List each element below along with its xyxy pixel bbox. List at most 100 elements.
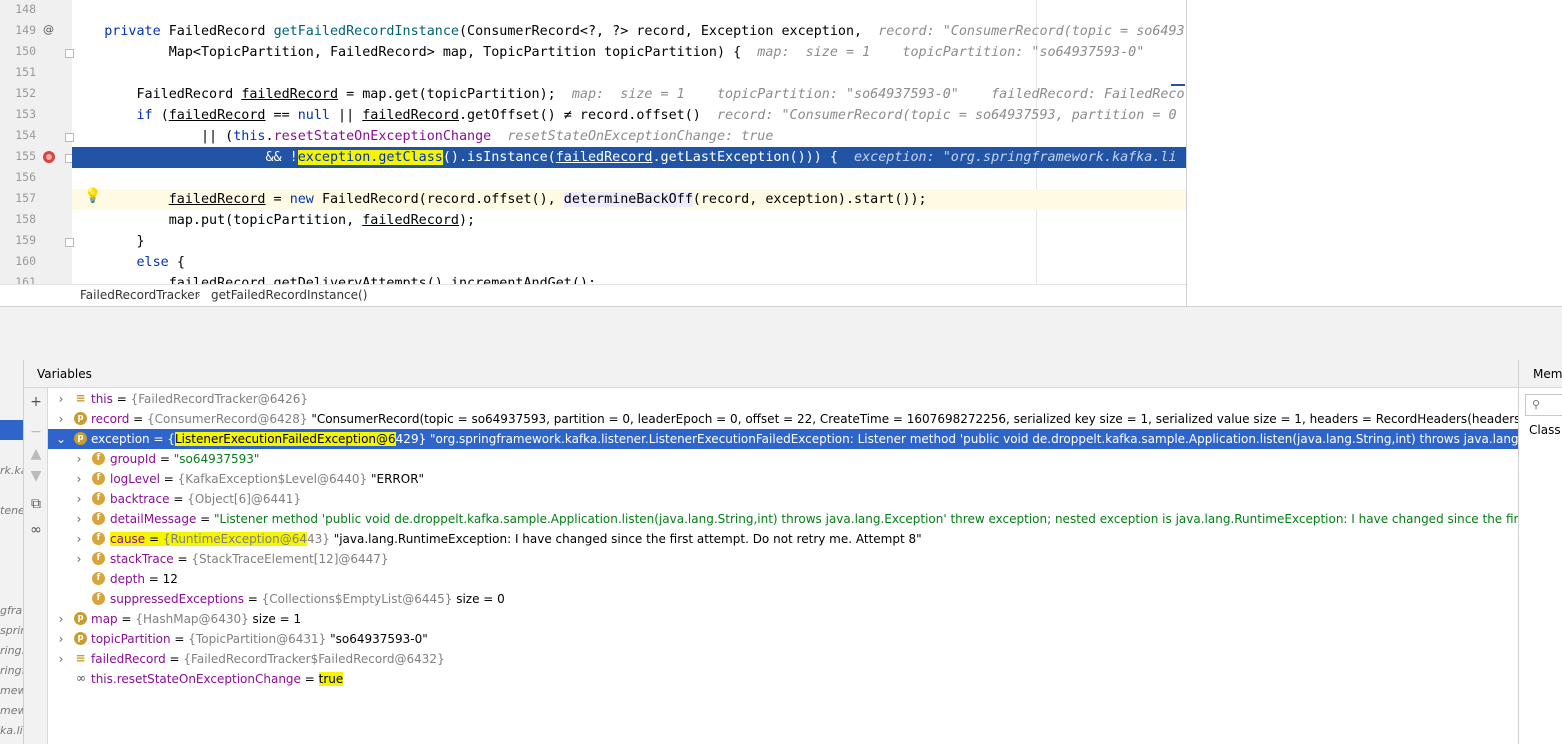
code-editor[interactable]: 148 149 150 151 152 153 154 155 156 157 … bbox=[0, 0, 1186, 284]
field-icon: f bbox=[92, 572, 105, 585]
expand-icon[interactable]: › bbox=[56, 609, 66, 629]
line-number: 156 bbox=[15, 170, 36, 184]
code-line-152[interactable]: FailedRecord failedRecord = map.get(topi… bbox=[72, 84, 1187, 105]
field-name: resetStateOnExceptionChange bbox=[273, 129, 492, 144]
expand-icon[interactable]: › bbox=[56, 389, 66, 409]
expand-icon[interactable]: › bbox=[56, 629, 66, 649]
variable-row-selected[interactable]: ⌄ p exception = {ListenerExecutionFailed… bbox=[48, 429, 1518, 449]
code-text: ().isInstance( bbox=[442, 150, 556, 165]
add-watch-icon[interactable]: + bbox=[26, 392, 46, 412]
memory-header: Memo bbox=[1519, 360, 1562, 388]
highlighted-type: ListenerExecutionFailedException@6 bbox=[174, 432, 396, 446]
field-icon: f bbox=[92, 492, 105, 505]
expand-icon[interactable]: › bbox=[74, 529, 84, 549]
execution-point-line[interactable]: && !exception.getClass().isInstance(fail… bbox=[72, 147, 1186, 168]
code-line-161[interactable]: failedRecord.getDeliveryAttempts().incre… bbox=[72, 273, 1186, 284]
highlighted-expression: exception.getClass bbox=[297, 150, 443, 165]
frames-panel[interactable]: rk.ka tene gfra sprir ring. ringf mew me… bbox=[0, 360, 24, 744]
variable-row[interactable]: f depth = 12 bbox=[48, 569, 1518, 589]
code-text: } bbox=[136, 234, 145, 249]
expand-icon[interactable]: › bbox=[74, 509, 84, 529]
code-line-157[interactable]: failedRecord = new FailedRecord(record.o… bbox=[72, 189, 1186, 210]
field-icon: f bbox=[92, 452, 105, 465]
breakpoint-icon[interactable] bbox=[43, 151, 55, 163]
code-line-149[interactable]: private FailedRecord getFailedRecordInst… bbox=[72, 21, 1186, 42]
equals: = bbox=[129, 412, 148, 426]
equals: = bbox=[117, 612, 136, 626]
code-text: failedRecord.getDeliveryAttempts().incre… bbox=[168, 276, 597, 284]
move-down-icon[interactable]: ▼ bbox=[26, 466, 46, 486]
collapse-icon[interactable]: ⌄ bbox=[56, 429, 66, 449]
watches-icon[interactable]: ∞ bbox=[26, 520, 46, 540]
frame-text: mew bbox=[0, 684, 24, 697]
expand-icon[interactable]: › bbox=[74, 449, 84, 469]
equals: = bbox=[300, 672, 319, 686]
variables-tree[interactable]: › ≡ this = {FailedRecordTracker@6426} › … bbox=[48, 388, 1518, 744]
class-column-header[interactable]: Class bbox=[1529, 423, 1561, 437]
code-line-153[interactable]: if (failedRecord == null || failedRecord… bbox=[72, 105, 1186, 126]
line-number: 159 bbox=[15, 233, 36, 247]
variable-row[interactable]: › p map = {HashMap@6430} size = 1 bbox=[48, 609, 1518, 629]
variable-row[interactable]: › p topicPartition = {TopicPartition@643… bbox=[48, 629, 1518, 649]
breadcrumb-method[interactable]: getFailedRecordInstance() bbox=[211, 288, 367, 302]
expand-icon[interactable]: › bbox=[74, 469, 84, 489]
variable-row[interactable]: › f stackTrace = {StackTraceElement[12]@… bbox=[48, 549, 1518, 569]
var-type: {FailedRecordTracker$FailedRecord@6432} bbox=[183, 652, 445, 666]
var-name: exception bbox=[91, 432, 150, 446]
code-line-160[interactable]: else { bbox=[72, 252, 1186, 273]
variable-row[interactable]: › f logLevel = {KafkaException$Level@644… bbox=[48, 469, 1518, 489]
keyword: new bbox=[289, 192, 322, 207]
var-name: this.resetStateOnExceptionChange bbox=[91, 672, 301, 686]
copy-icon[interactable]: ⧉ bbox=[26, 494, 46, 514]
variable-row[interactable]: › f cause = {RuntimeException@6443} "jav… bbox=[48, 529, 1518, 549]
variable: failedRecord bbox=[168, 192, 266, 207]
memory-search-input[interactable]: ⚲ bbox=[1525, 394, 1562, 416]
variable-row[interactable]: f suppressedExceptions = {Collections$Em… bbox=[48, 589, 1518, 609]
var-type: {StackTraceElement[12]@6447} bbox=[191, 552, 389, 566]
line-number: 151 bbox=[15, 65, 36, 79]
code-line-154[interactable]: || (this.resetStateOnExceptionChange res… bbox=[72, 126, 1186, 147]
breadcrumb-class[interactable]: FailedRecordTracker bbox=[80, 288, 200, 302]
line-number: 149 bbox=[15, 23, 36, 37]
code-line-158[interactable]: map.put(topicPartition, failedRecord); bbox=[72, 210, 1186, 231]
parameter-icon: p bbox=[74, 432, 87, 445]
var-value: "so64937593-0" bbox=[326, 632, 428, 646]
selected-frame[interactable] bbox=[0, 420, 23, 440]
expand-icon[interactable]: › bbox=[74, 489, 84, 509]
code-text: .getLastException())) { bbox=[652, 150, 838, 165]
watch-row[interactable]: ∞ this.resetStateOnExceptionChange = tru… bbox=[48, 669, 1518, 689]
variable: failedRecord bbox=[555, 150, 653, 165]
code-text: ); bbox=[458, 213, 476, 228]
code-text: FailedRecord(record.offset(), bbox=[321, 192, 564, 207]
variable-row[interactable]: › f backtrace = {Object[6]@6441} bbox=[48, 489, 1518, 509]
line-number: 157 bbox=[15, 191, 36, 205]
inline-debug-hint: resetStateOnExceptionChange: true bbox=[507, 129, 774, 144]
var-value: "Listener method 'public void de.droppel… bbox=[214, 512, 1518, 526]
variable-row[interactable]: › f groupId = "so64937593" bbox=[48, 449, 1518, 469]
expand-icon[interactable]: › bbox=[56, 409, 66, 429]
field-icon: f bbox=[92, 552, 105, 565]
lightbulb-icon[interactable]: 💡 bbox=[84, 188, 101, 204]
keyword: this bbox=[233, 129, 266, 144]
inline-debug-hint: map: size = 1 topicPartition: "so6493759… bbox=[571, 87, 1186, 102]
move-up-icon[interactable]: ▲ bbox=[26, 444, 46, 464]
line-number: 158 bbox=[15, 212, 36, 226]
equals: = bbox=[169, 492, 188, 506]
variable-row[interactable]: › p record = {ConsumerRecord@6428} "Cons… bbox=[48, 409, 1518, 429]
line-number: 155 bbox=[15, 149, 36, 163]
code-line-150[interactable]: Map<TopicPartition, FailedRecord> map, T… bbox=[72, 42, 1186, 63]
code-text: || bbox=[330, 108, 363, 123]
code-line-159[interactable]: } bbox=[72, 231, 1186, 252]
variable-row[interactable]: › ≡ this = {FailedRecordTracker@6426} bbox=[48, 389, 1518, 409]
expand-icon[interactable]: › bbox=[56, 649, 66, 669]
frame-text: tene bbox=[0, 504, 24, 517]
editor-gutter[interactable]: 148 149 150 151 152 153 154 155 156 157 … bbox=[0, 0, 74, 284]
variable-row[interactable]: › ≡ failedRecord = {FailedRecordTracker$… bbox=[48, 649, 1518, 669]
method-name: determineBackOff bbox=[563, 192, 693, 207]
var-name: suppressedExceptions bbox=[110, 592, 244, 606]
remove-watch-icon[interactable]: − bbox=[26, 422, 46, 442]
variable-row[interactable]: › f detailMessage = "Listener method 'pu… bbox=[48, 509, 1518, 529]
expand-icon[interactable]: › bbox=[74, 549, 84, 569]
override-marker-icon[interactable]: @ bbox=[43, 23, 54, 36]
parameter-icon: p bbox=[74, 412, 87, 425]
